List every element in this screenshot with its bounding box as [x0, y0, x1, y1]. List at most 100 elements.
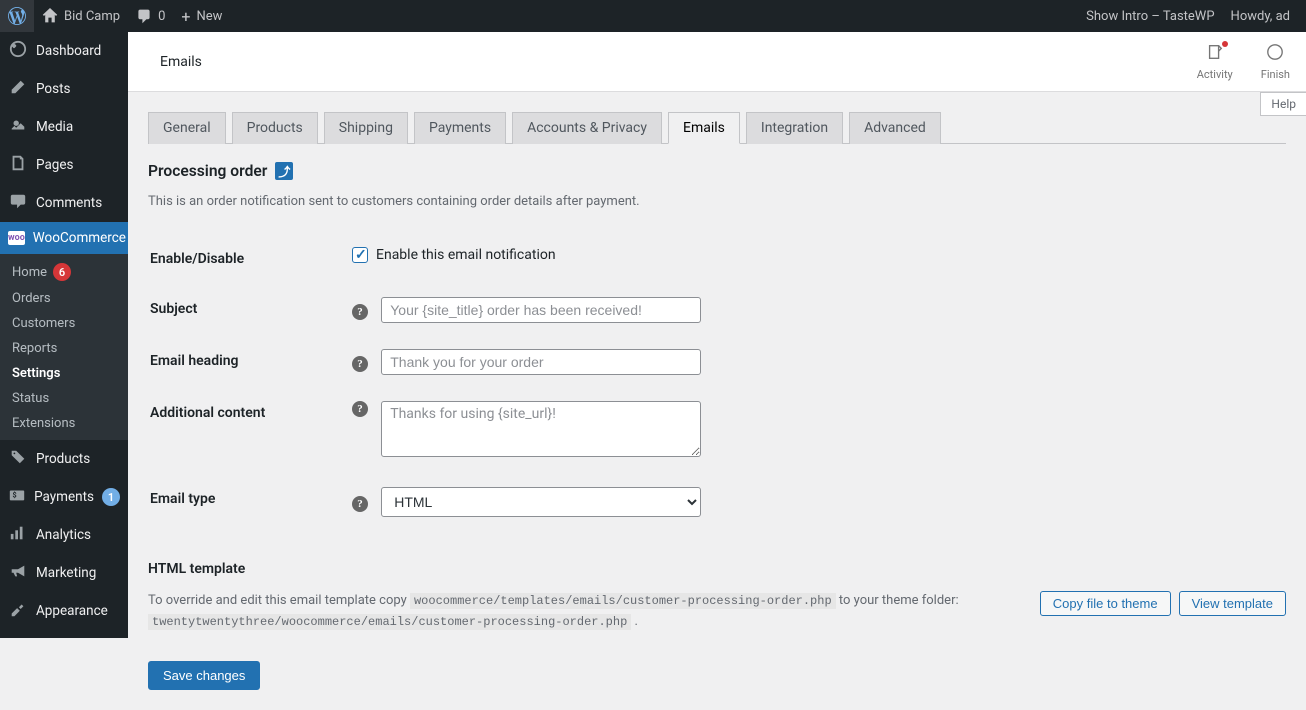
template-code-source: woocommerce/templates/emails/customer-pr… [410, 593, 836, 609]
help-tip-icon[interactable]: ? [352, 356, 368, 372]
sidebar-label: Analytics [36, 527, 91, 543]
new-link[interactable]: + New [173, 0, 230, 32]
sidebar-item-marketing[interactable]: Marketing [0, 554, 128, 592]
subject-input[interactable] [381, 297, 701, 323]
template-title: HTML template [148, 561, 1286, 577]
sidebar-label: Products [36, 451, 90, 467]
sidebar-label: Appearance [36, 603, 108, 619]
section-title: Processing order ⤴ [148, 162, 1286, 180]
sidebar-label: Marketing [36, 565, 96, 581]
sidebar-item-payments[interactable]: $ Payments 1 [0, 478, 128, 516]
type-select[interactable]: HTML [381, 487, 701, 517]
page-title: Emails [144, 54, 202, 70]
media-icon [8, 116, 28, 138]
sidebar-item-comments[interactable]: Comments [0, 184, 128, 222]
sidebar-item-posts[interactable]: Posts [0, 70, 128, 108]
activity-icon [1206, 43, 1224, 66]
additional-label: Additional content [150, 389, 350, 473]
tab-general[interactable]: General [148, 112, 226, 144]
wp-logo[interactable] [0, 0, 34, 32]
comment-icon [136, 8, 152, 24]
sidebar-label: Payments [34, 489, 94, 505]
show-intro-link[interactable]: Show Intro – TasteWP [1078, 0, 1222, 32]
plus-icon: + [181, 7, 190, 26]
save-changes-button[interactable]: Save changes [148, 661, 260, 690]
sidebar-item-analytics[interactable]: Analytics [0, 516, 128, 554]
help-tip-icon[interactable]: ? [352, 496, 368, 512]
analytics-icon [8, 524, 28, 546]
sidebar-item-products[interactable]: Products [0, 440, 128, 478]
sidebar-label: Dashboard [36, 43, 101, 59]
sidebar-subitem-settings[interactable]: Settings [0, 361, 128, 386]
appearance-icon [8, 600, 28, 622]
subject-label: Subject [150, 285, 350, 335]
tab-accounts-privacy[interactable]: Accounts & Privacy [512, 112, 662, 144]
sidebar-label: Comments [36, 195, 102, 211]
new-label: New [196, 9, 222, 24]
template-code-target: twentytwentythree/woocommerce/emails/cus… [148, 614, 631, 630]
sidebar-label: Posts [36, 81, 70, 97]
sidebar-subitem-status[interactable]: Status [0, 386, 128, 411]
content-area: Emails Activity Finish Help General Prod… [128, 32, 1306, 710]
help-tip-icon[interactable]: ? [352, 304, 368, 320]
sidebar-item-woocommerce[interactable]: woo WooCommerce [0, 222, 128, 254]
activity-button[interactable]: Activity [1197, 43, 1233, 81]
sidebar-item-plugins[interactable]: Plugins [0, 630, 128, 638]
products-icon [8, 448, 28, 470]
tab-advanced[interactable]: Advanced [849, 112, 941, 144]
section-description: This is an order notification sent to cu… [148, 194, 1286, 209]
tab-payments[interactable]: Payments [414, 112, 506, 144]
heading-input[interactable] [381, 349, 701, 375]
copy-file-button[interactable]: Copy file to theme [1040, 591, 1171, 616]
tab-products[interactable]: Products [232, 112, 318, 144]
help-tab[interactable]: Help [1260, 92, 1306, 116]
sidebar-label: WooCommerce [33, 230, 126, 246]
sidebar-subitem-extensions[interactable]: Extensions [0, 411, 128, 436]
page-header: Emails Activity Finish [128, 32, 1306, 92]
template-description: To override and edit this email template… [148, 591, 1020, 633]
tab-shipping[interactable]: Shipping [324, 112, 408, 144]
sidebar-item-pages[interactable]: Pages [0, 146, 128, 184]
view-template-button[interactable]: View template [1179, 591, 1286, 616]
sidebar-label: Pages [36, 157, 74, 173]
sidebar-item-media[interactable]: Media [0, 108, 128, 146]
back-link[interactable]: ⤴ [275, 162, 293, 180]
home-icon [42, 8, 58, 24]
finish-button[interactable]: Finish [1261, 43, 1290, 81]
marketing-icon [8, 562, 28, 584]
admin-bar: Bid Camp 0 + New Show Intro – TasteWP Ho… [0, 0, 1306, 32]
payments-badge: 1 [102, 488, 120, 506]
howdy-link[interactable]: Howdy, ad [1223, 0, 1298, 32]
enable-checkbox-label[interactable]: Enable this email notification [352, 247, 1274, 263]
site-name-link[interactable]: Bid Camp [34, 0, 128, 32]
help-tip-icon[interactable]: ? [352, 401, 368, 417]
enable-label: Enable/Disable [150, 235, 350, 283]
sidebar-label: Media [36, 119, 73, 135]
sidebar-subitem-customers[interactable]: Customers [0, 311, 128, 336]
site-name-label: Bid Camp [64, 9, 120, 24]
sidebar-subitem-reports[interactable]: Reports [0, 336, 128, 361]
comments-link[interactable]: 0 [128, 0, 173, 32]
comments-icon [8, 192, 28, 214]
dashboard-icon [8, 40, 28, 62]
wordpress-icon [8, 7, 26, 25]
additional-textarea[interactable] [381, 401, 701, 457]
sidebar-subitem-orders[interactable]: Orders [0, 286, 128, 311]
posts-icon [8, 78, 28, 100]
woocommerce-icon: woo [8, 231, 25, 245]
home-badge: 6 [53, 263, 71, 281]
sidebar-item-appearance[interactable]: Appearance [0, 592, 128, 630]
svg-text:$: $ [13, 491, 17, 500]
tab-integration[interactable]: Integration [746, 112, 843, 144]
type-label: Email type [150, 475, 350, 529]
sidebar-subitem-home[interactable]: Home 6 [0, 258, 128, 286]
comments-count: 0 [158, 9, 165, 24]
tab-emails[interactable]: Emails [668, 112, 740, 144]
enable-checkbox[interactable] [352, 247, 368, 263]
sidebar-submenu-woocommerce: Home 6 Orders Customers Reports Settings… [0, 254, 128, 440]
admin-sidebar: Dashboard Posts Media Pages Comments woo… [0, 32, 128, 638]
pages-icon [8, 154, 28, 176]
finish-icon [1266, 43, 1284, 66]
sidebar-item-dashboard[interactable]: Dashboard [0, 32, 128, 70]
heading-label: Email heading [150, 337, 350, 387]
